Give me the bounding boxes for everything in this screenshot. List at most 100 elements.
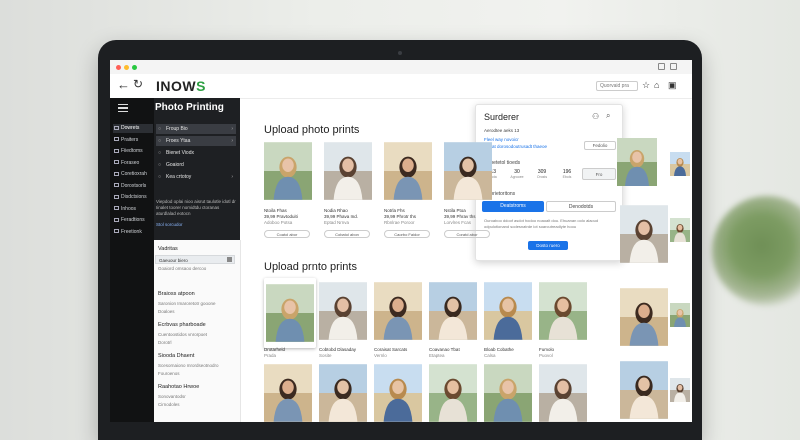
browser-toolbar: ← ↻ INOWS Quorvaid pra ☆ ⌂ ▣	[110, 74, 692, 99]
photo-image	[324, 142, 372, 200]
filter-section-desc: Cuentoostidos vnrorpoet	[158, 332, 208, 337]
filter-section-desc: Saronion Imaroretotr gooone	[158, 301, 216, 306]
secondary-nav-item[interactable]: ○ Kea crtotoy ›	[156, 172, 236, 182]
side-gallery-photo[interactable]	[670, 360, 690, 420]
secondary-nav-item[interactable]: ○ Bienet Viodx	[156, 148, 236, 158]
sidebar-item[interactable]: Doroxtsorls	[113, 182, 153, 191]
close-window-icon[interactable]	[116, 65, 121, 70]
side-gallery-photo[interactable]	[620, 204, 668, 264]
gallery-photo[interactable]	[319, 278, 367, 344]
product-photo[interactable]	[444, 140, 492, 202]
inbox-icon[interactable]: ▣	[668, 80, 677, 91]
sidebar-item-icon	[114, 137, 119, 142]
reload-icon[interactable]: ↻	[133, 77, 143, 91]
side-gallery-photo[interactable]	[620, 360, 668, 420]
tab-other[interactable]: Denodotds	[546, 201, 616, 212]
sidebar-item[interactable]: Dowrets	[113, 124, 153, 133]
back-arrow-icon[interactable]: ←	[117, 77, 130, 92]
side-gallery-photo[interactable]	[620, 282, 668, 352]
sidebar-item[interactable]: Praiters	[113, 136, 153, 145]
sidebar-item[interactable]: Foraseo	[113, 159, 153, 168]
card-button[interactable]: Coratd abor	[444, 230, 490, 238]
section-title: Photo Printing	[155, 102, 224, 113]
side-gallery-photo[interactable]	[615, 138, 659, 186]
minimize-window-icon[interactable]	[124, 65, 129, 70]
user-icon[interactable]: ⚇	[592, 112, 599, 121]
card-name: Nstila Ptoa	[444, 208, 466, 213]
sidebar-item[interactable]: Freetionk	[113, 228, 153, 237]
filter-selected[interactable]: Gaeuour biero	[155, 255, 235, 264]
stat-label: Ebols	[562, 175, 572, 179]
sidebar-link[interactable]: Stol sorcudor	[156, 222, 183, 227]
panel-description: Ouroaboo ddoof asdot hodoo noaoalt dou. …	[484, 218, 599, 229]
chevron-right-icon: ›	[231, 174, 233, 180]
sidebar-item[interactable]: Inhoos	[113, 205, 153, 214]
card-button[interactable]: Cobatol abon	[324, 230, 370, 238]
gallery-photo[interactable]	[374, 278, 422, 344]
card-sub: Eptad Nrnva	[324, 220, 350, 225]
filter-section-title[interactable]: Ecrbvas pharboade	[158, 322, 206, 328]
app-logo[interactable]: INOWS	[156, 78, 206, 94]
home-icon[interactable]: ⌂	[654, 80, 659, 90]
filter-section-sub[interactable]: Cirnodoles	[158, 402, 180, 407]
sidebar-item[interactable]: Coretioxrah	[113, 170, 153, 179]
side-gallery-photo[interactable]	[670, 200, 690, 260]
gallery-photo[interactable]	[484, 363, 532, 422]
gallery-photo[interactable]	[539, 278, 587, 344]
sidebar-item-label: Foraseo	[121, 159, 140, 166]
gallery-photo[interactable]	[429, 278, 477, 344]
filter-section-title[interactable]: Braioss atpoon	[158, 291, 195, 297]
sidebar-item[interactable]: Feradtions	[113, 216, 153, 225]
maximize-window-icon[interactable]	[132, 65, 137, 70]
gallery-subcaption: Calsa	[484, 353, 496, 358]
card-name: Ntoila Fhas	[264, 208, 287, 213]
gallery-photo[interactable]	[264, 278, 316, 348]
gallery-caption: Cobtobd Dlasaday	[319, 347, 357, 352]
sidebar-item-label: Fiiedtoms	[121, 148, 143, 154]
gallery-photo[interactable]	[374, 363, 422, 422]
product-photo[interactable]	[384, 140, 432, 202]
secondary-nav-label: Froes Ytaa	[166, 138, 191, 144]
clear-filter-icon[interactable]	[227, 257, 232, 262]
gallery-photo[interactable]	[429, 363, 477, 422]
gallery-photo[interactable]	[484, 278, 532, 344]
panel-submit-button[interactable]: Dosto ruero	[528, 241, 568, 250]
gallery-photo[interactable]	[264, 363, 312, 422]
filter-hint: Goaiord omsaoo dercoo	[158, 266, 207, 271]
side-gallery-photo[interactable]	[670, 138, 690, 190]
product-photo[interactable]	[264, 140, 312, 202]
sidebar-item[interactable]: Disdctsions	[113, 193, 153, 202]
secondary-nav-item[interactable]: ○ Froes Ytaa ›	[156, 136, 236, 146]
tab-active[interactable]: Deatstroms	[482, 201, 544, 212]
tab-menu-icon[interactable]	[670, 63, 677, 70]
stats-button[interactable]: Fro	[582, 168, 616, 180]
tab-window-icon[interactable]	[658, 63, 665, 70]
sidebar-item-icon	[114, 206, 119, 211]
search-icon[interactable]: ⌕	[606, 111, 610, 121]
gallery-photo[interactable]	[539, 363, 587, 422]
sidebar-item[interactable]: Fiiedtoms	[113, 147, 153, 156]
card-button[interactable]: Caorbo Faidor	[384, 230, 430, 238]
background-plant	[712, 196, 800, 306]
filter-section-sub[interactable]: Doaloes	[158, 309, 175, 314]
nav-circle-icon: ○	[158, 150, 162, 156]
panel-action-button[interactable]: Fedolio	[584, 141, 616, 150]
side-gallery-photo[interactable]	[670, 280, 690, 350]
secondary-nav-item[interactable]: ○ Froup Bio ›	[156, 124, 236, 134]
filter-section-title[interactable]: Siooda Dhaent	[158, 353, 194, 359]
star-icon[interactable]: ☆	[642, 80, 650, 91]
gallery-caption: Coraisat Sarcats	[374, 347, 408, 352]
panel-link-2[interactable]: Eouat dorosodoutrusadt thaeoe	[484, 144, 547, 149]
filter-header: Vadritas	[158, 246, 178, 252]
search-input[interactable]: Quorvaid pra	[596, 81, 638, 91]
card-button[interactable]: Coatol abor	[264, 230, 310, 238]
photo-image	[384, 142, 432, 200]
secondary-nav-item[interactable]: ○ Goaiord	[156, 160, 236, 170]
gallery-photo[interactable]	[319, 363, 367, 422]
card-price: 39,99 Pravtoduiti	[264, 214, 298, 219]
hamburger-menu-icon[interactable]	[118, 104, 128, 112]
filter-section-sub[interactable]: Fouroenos	[158, 371, 180, 376]
product-photo[interactable]	[324, 140, 372, 202]
filter-section-sub[interactable]: Dorotrl	[158, 340, 172, 345]
filter-section-title[interactable]: Raahotao Hrwoe	[158, 384, 199, 390]
